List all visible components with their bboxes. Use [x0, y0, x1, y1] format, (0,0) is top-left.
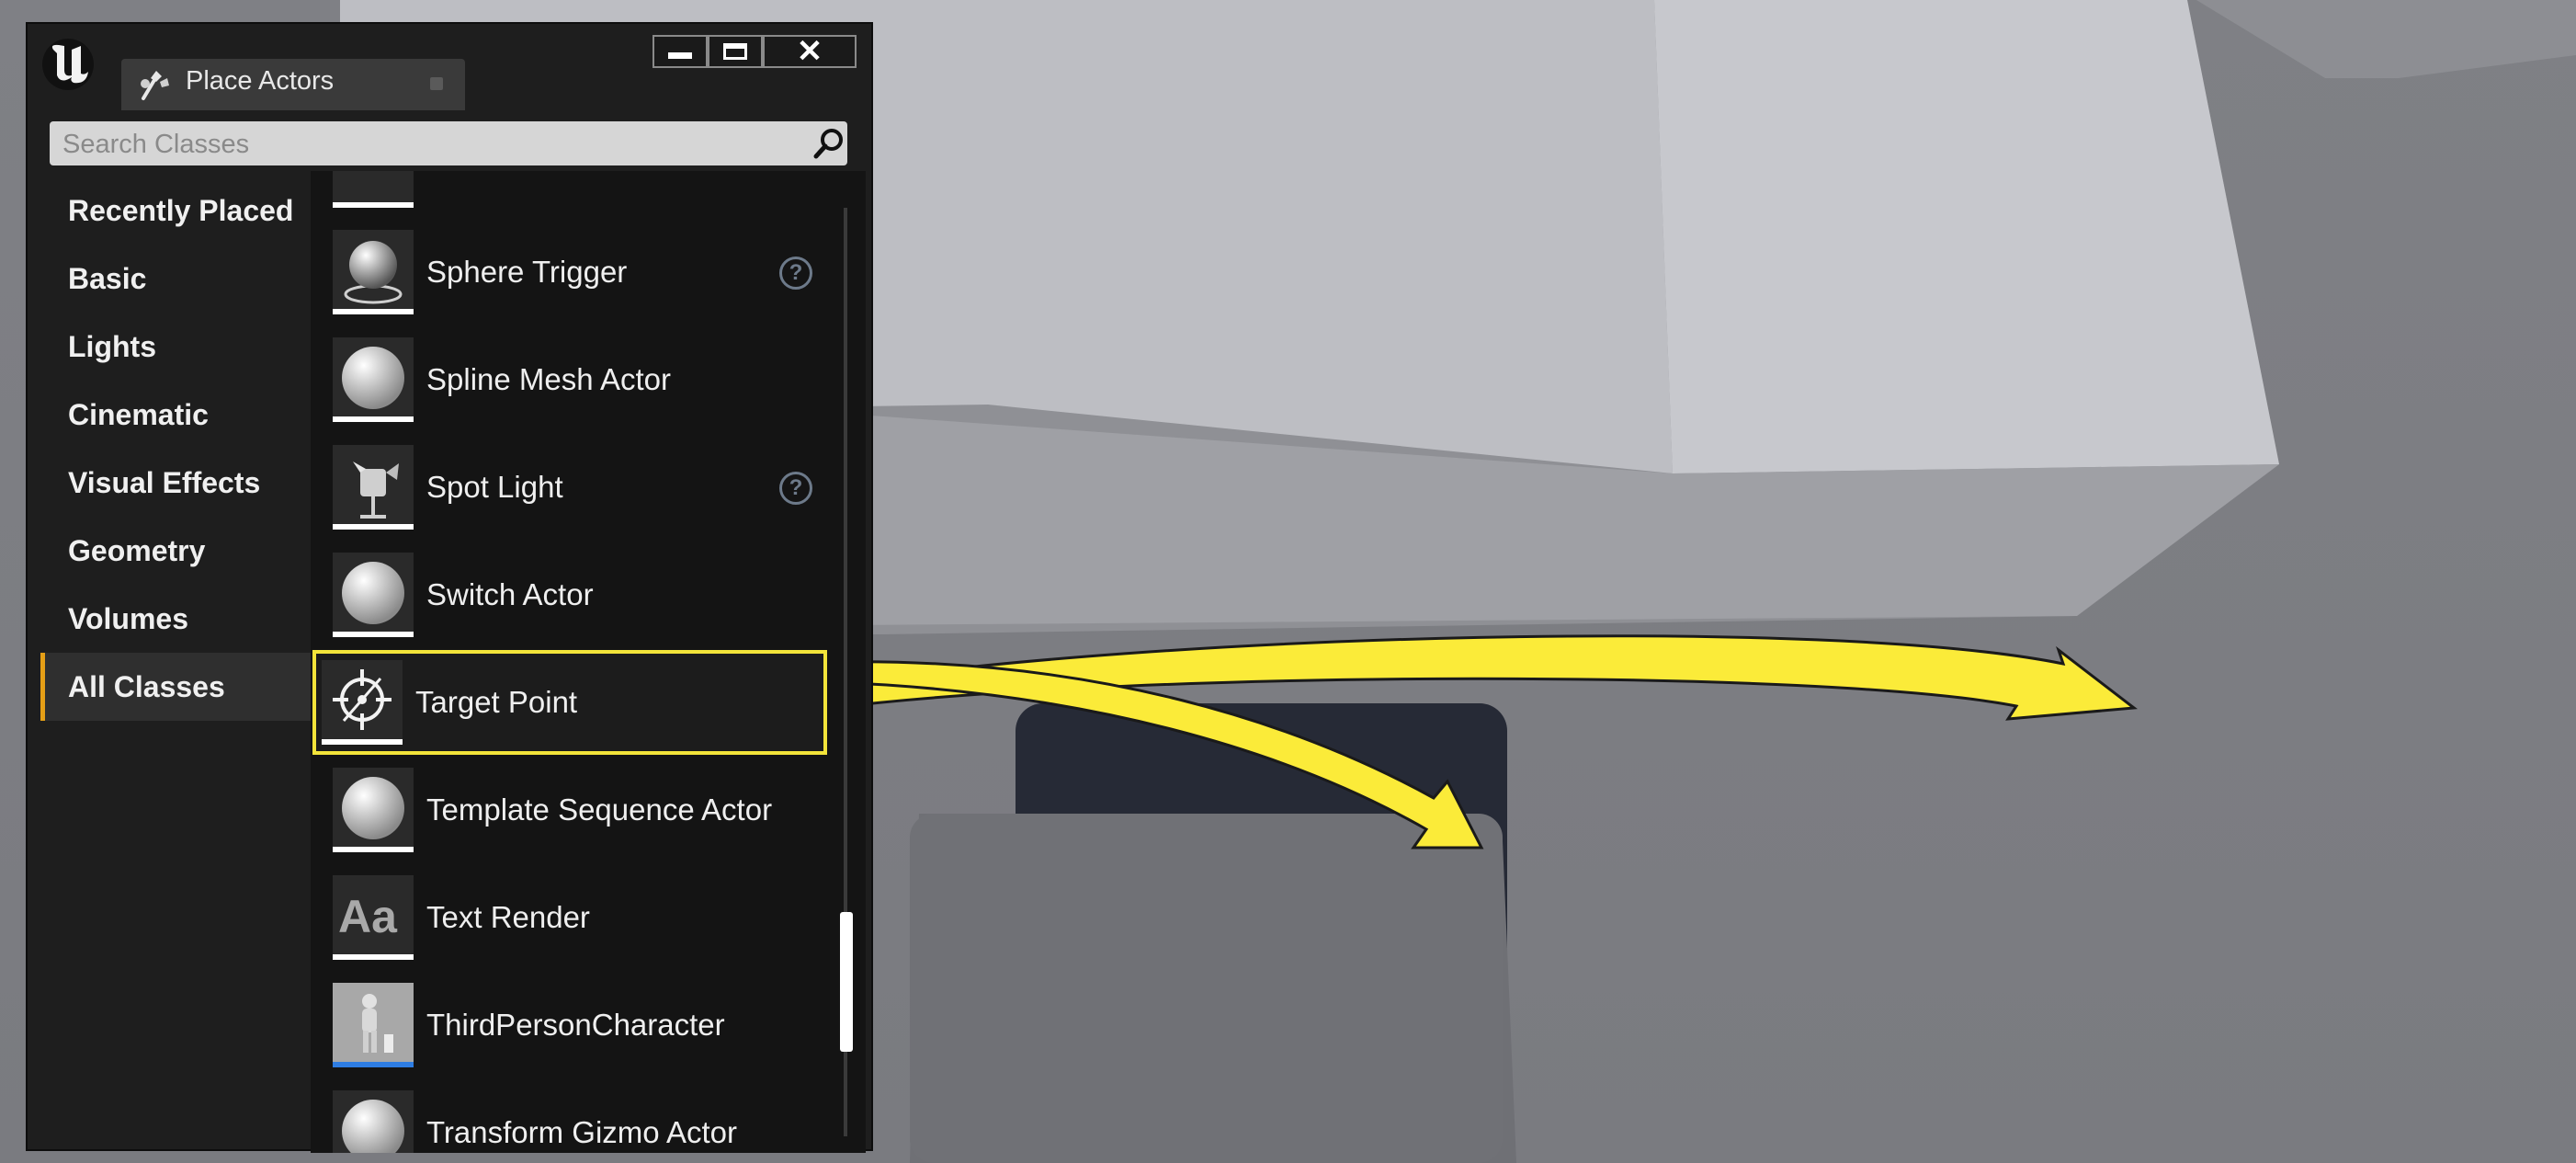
- list-item-spline-mesh-actor[interactable]: Spline Mesh Actor: [311, 329, 844, 430]
- tab-close-icon[interactable]: [430, 77, 443, 90]
- maximize-icon: [723, 43, 747, 60]
- class-label: ThirdPersonCharacter: [426, 1008, 725, 1042]
- class-label: Spot Light: [426, 470, 563, 504]
- maximize-button[interactable]: [708, 35, 763, 68]
- spot-light-icon: [333, 445, 414, 530]
- tab-title: Place Actors: [186, 66, 335, 96]
- text-render-glyph: Aa: [338, 891, 397, 942]
- help-icon[interactable]: ?: [779, 257, 812, 290]
- tab-place-actors[interactable]: Place Actors: [121, 59, 465, 110]
- category-label: Cinematic: [68, 397, 209, 431]
- category-label: Visual Effects: [68, 465, 261, 499]
- minimize-button[interactable]: [653, 35, 708, 68]
- category-label: Lights: [68, 329, 156, 363]
- list-item-template-sequence-actor[interactable]: Template Sequence Actor: [311, 759, 844, 861]
- category-volumes[interactable]: Volumes: [40, 585, 316, 653]
- category-label: Volumes: [68, 601, 188, 635]
- class-label: Template Sequence Actor: [426, 792, 773, 827]
- category-label: Geometry: [68, 533, 206, 567]
- category-label: All Classes: [68, 669, 225, 703]
- category-geometry[interactable]: Geometry: [40, 517, 316, 585]
- sphere-icon: [333, 768, 414, 852]
- close-icon: ✕: [796, 34, 823, 69]
- search-icon[interactable]: [812, 127, 845, 160]
- category-visual-effects[interactable]: Visual Effects: [40, 449, 316, 517]
- category-lights[interactable]: Lights: [40, 313, 316, 381]
- list-item-target-point[interactable]: Target Point: [312, 650, 827, 755]
- list-item-text-render[interactable]: Aa Text Render: [311, 867, 844, 968]
- sphere-icon: [333, 337, 414, 422]
- list-item-spot-light[interactable]: Spot Light ?: [311, 437, 844, 538]
- text-render-icon: Aa: [333, 875, 414, 960]
- unreal-engine-logo: [40, 37, 96, 92]
- list-item-third-person-character[interactable]: ThirdPersonCharacter: [311, 975, 844, 1076]
- class-label: Spline Mesh Actor: [426, 362, 671, 396]
- class-list[interactable]: Sphere Trigger ? Spline Mesh Actor Spot …: [311, 171, 866, 1153]
- list-item-sphere-trigger[interactable]: Sphere Trigger ?: [311, 222, 844, 323]
- sphere-icon: [333, 553, 414, 637]
- list-item-transform-gizmo-actor[interactable]: Transform Gizmo Actor: [311, 1082, 844, 1153]
- category-recently-placed[interactable]: Recently Placed: [40, 177, 316, 245]
- class-label: Text Render: [426, 900, 590, 934]
- category-basic[interactable]: Basic: [40, 245, 316, 313]
- scrollbar-thumb[interactable]: [840, 912, 853, 1052]
- help-icon[interactable]: ?: [779, 472, 812, 505]
- place-actors-icon: [136, 67, 173, 102]
- sphere-trigger-icon: [333, 230, 414, 314]
- category-cinematic[interactable]: Cinematic: [40, 381, 316, 449]
- class-label: Target Point: [415, 685, 578, 719]
- minimize-icon: [668, 51, 692, 59]
- list-item-switch-actor[interactable]: Switch Actor: [311, 544, 844, 645]
- target-point-icon: [322, 660, 403, 745]
- category-label: Recently Placed: [68, 193, 294, 227]
- category-all-classes[interactable]: All Classes: [40, 653, 316, 721]
- close-button[interactable]: ✕: [763, 34, 857, 69]
- class-label: Switch Actor: [426, 577, 594, 611]
- category-label: Basic: [68, 261, 147, 295]
- search-input[interactable]: [61, 127, 781, 162]
- partial-list-item: [333, 171, 414, 208]
- search-box[interactable]: [50, 121, 847, 165]
- character-icon: [333, 983, 414, 1067]
- place-actors-panel: Place Actors ✕ Recently Placed Basic Lig…: [26, 22, 873, 1153]
- sphere-icon: [333, 1090, 414, 1153]
- class-label: Sphere Trigger: [426, 255, 628, 289]
- category-list: Recently Placed Basic Lights Cinematic V…: [40, 177, 316, 721]
- class-label: Transform Gizmo Actor: [426, 1115, 738, 1149]
